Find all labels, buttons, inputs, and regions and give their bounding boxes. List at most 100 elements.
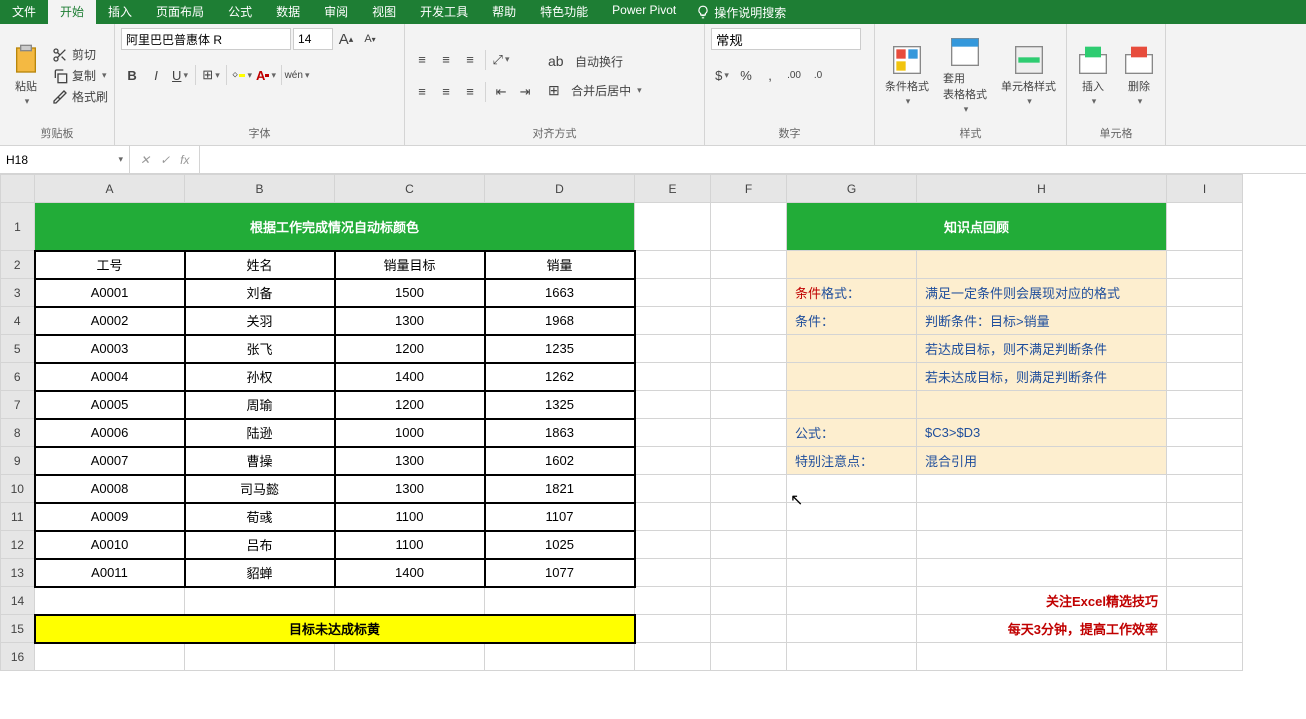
cell[interactable]: 关羽 (185, 307, 335, 335)
currency-button[interactable]: $▾ (711, 64, 733, 86)
knowledge-value[interactable]: 判断条件：目标>销量 (917, 307, 1167, 335)
cell[interactable]: 周瑜 (185, 391, 335, 419)
cell[interactable]: 1262 (485, 363, 635, 391)
cell[interactable]: 刘备 (185, 279, 335, 307)
col-header[interactable]: G (787, 175, 917, 203)
cell[interactable]: A0003 (35, 335, 185, 363)
cell[interactable]: 1821 (485, 475, 635, 503)
cell[interactable]: 吕布 (185, 531, 335, 559)
worksheet[interactable]: ↖ A B C D E F G H I 1 根据工作完成情况自动标颜色 知识点回… (0, 174, 1306, 719)
font-name-input[interactable] (121, 28, 291, 50)
align-top-button[interactable]: ≡ (411, 49, 433, 71)
cell[interactable]: A0008 (35, 475, 185, 503)
cell[interactable]: A0001 (35, 279, 185, 307)
row-header[interactable]: 10 (1, 475, 35, 503)
cell[interactable]: 1325 (485, 391, 635, 419)
inc-decimal-button[interactable]: .00 (783, 64, 805, 86)
merge-button[interactable]: ⊞ 合并后居中▾ (548, 81, 642, 100)
cell[interactable]: 1300 (335, 475, 485, 503)
font-size-input[interactable] (293, 28, 333, 50)
col-header[interactable]: F (711, 175, 787, 203)
knowledge-title[interactable]: 知识点回顾 (787, 203, 1167, 251)
cell[interactable]: 曹操 (185, 447, 335, 475)
row-header[interactable]: 5 (1, 335, 35, 363)
table-header[interactable]: 销量 (485, 251, 635, 279)
tab-review[interactable]: 审阅 (312, 0, 360, 24)
knowledge-value[interactable]: 若未达成目标，则满足判断条件 (917, 363, 1167, 391)
font-color-button[interactable]: A▾ (255, 64, 277, 86)
row-header[interactable]: 4 (1, 307, 35, 335)
cell[interactable]: 1300 (335, 307, 485, 335)
knowledge-label[interactable]: 条件格式： (787, 279, 917, 307)
yellow-note[interactable]: 目标未达成标黄 (35, 615, 635, 643)
phonetic-button[interactable]: wén▾ (286, 64, 308, 86)
cell-styles-button[interactable]: 单元格样式▾ (997, 42, 1060, 109)
knowledge-label[interactable]: 公式： (787, 419, 917, 447)
cell[interactable]: 1100 (335, 503, 485, 531)
tab-formula[interactable]: 公式 (216, 0, 264, 24)
cell[interactable]: 张飞 (185, 335, 335, 363)
col-header[interactable]: D (485, 175, 635, 203)
cell[interactable]: 1107 (485, 503, 635, 531)
cell[interactable]: A0006 (35, 419, 185, 447)
row-header[interactable]: 8 (1, 419, 35, 447)
tab-dev[interactable]: 开发工具 (408, 0, 480, 24)
cell[interactable]: 1000 (335, 419, 485, 447)
col-header[interactable]: C (335, 175, 485, 203)
cell[interactable]: 1863 (485, 419, 635, 447)
cell[interactable]: 1200 (335, 335, 485, 363)
table-header[interactable]: 销量目标 (335, 251, 485, 279)
cell[interactable]: 1602 (485, 447, 635, 475)
delete-cells-button[interactable]: 删除▾ (1119, 42, 1159, 109)
row-header[interactable]: 14 (1, 587, 35, 615)
name-box[interactable]: H18▾ (0, 146, 130, 173)
orientation-button[interactable]: ⤢▾ (490, 49, 512, 71)
fill-color-button[interactable]: ▾ (231, 64, 253, 86)
row-header[interactable]: 6 (1, 363, 35, 391)
fx-icon[interactable]: fx (180, 153, 189, 167)
col-header[interactable]: A (35, 175, 185, 203)
cell[interactable]: 貂蝉 (185, 559, 335, 587)
knowledge-value[interactable]: $C3>$D3 (917, 419, 1167, 447)
align-right-button[interactable]: ≡ (459, 81, 481, 103)
cell[interactable]: 1100 (335, 531, 485, 559)
tab-special[interactable]: 特色功能 (528, 0, 600, 24)
table-header[interactable]: 姓名 (185, 251, 335, 279)
border-button[interactable]: ⊞▾ (200, 64, 222, 86)
cell[interactable]: 1235 (485, 335, 635, 363)
cell[interactable]: A0009 (35, 503, 185, 531)
select-all-corner[interactable] (1, 175, 35, 203)
cell[interactable]: 1663 (485, 279, 635, 307)
tab-help[interactable]: 帮助 (480, 0, 528, 24)
row-header[interactable]: 3 (1, 279, 35, 307)
row-header[interactable]: 13 (1, 559, 35, 587)
formula-input[interactable] (199, 146, 1306, 173)
cell[interactable]: 1300 (335, 447, 485, 475)
insert-cells-button[interactable]: 插入▾ (1073, 42, 1113, 109)
cell[interactable]: 司马懿 (185, 475, 335, 503)
cell[interactable]: 1400 (335, 363, 485, 391)
italic-button[interactable]: I (145, 64, 167, 86)
row-header[interactable]: 15 (1, 615, 35, 643)
row-header[interactable]: 7 (1, 391, 35, 419)
table-header[interactable]: 工号 (35, 251, 185, 279)
col-header[interactable]: I (1167, 175, 1243, 203)
cell[interactable]: A0004 (35, 363, 185, 391)
cut-button[interactable]: 剪切 (52, 45, 108, 64)
cell[interactable]: 1968 (485, 307, 635, 335)
align-center-button[interactable]: ≡ (435, 81, 457, 103)
tab-powerpivot[interactable]: Power Pivot (600, 0, 688, 24)
tab-file[interactable]: 文件 (0, 0, 48, 24)
indent-dec-button[interactable]: ⇤ (490, 81, 512, 103)
percent-button[interactable]: % (735, 64, 757, 86)
knowledge-value[interactable]: 满足一定条件则会展现对应的格式 (917, 279, 1167, 307)
cell[interactable]: 陆逊 (185, 419, 335, 447)
cancel-icon[interactable]: ✕ (140, 153, 150, 167)
cell[interactable]: A0011 (35, 559, 185, 587)
knowledge-value[interactable]: 若达成目标，则不满足判断条件 (917, 335, 1167, 363)
cell[interactable]: 孙权 (185, 363, 335, 391)
tell-me[interactable]: 操作说明搜索 (688, 0, 794, 24)
row-header[interactable]: 2 (1, 251, 35, 279)
bold-button[interactable]: B (121, 64, 143, 86)
align-left-button[interactable]: ≡ (411, 81, 433, 103)
